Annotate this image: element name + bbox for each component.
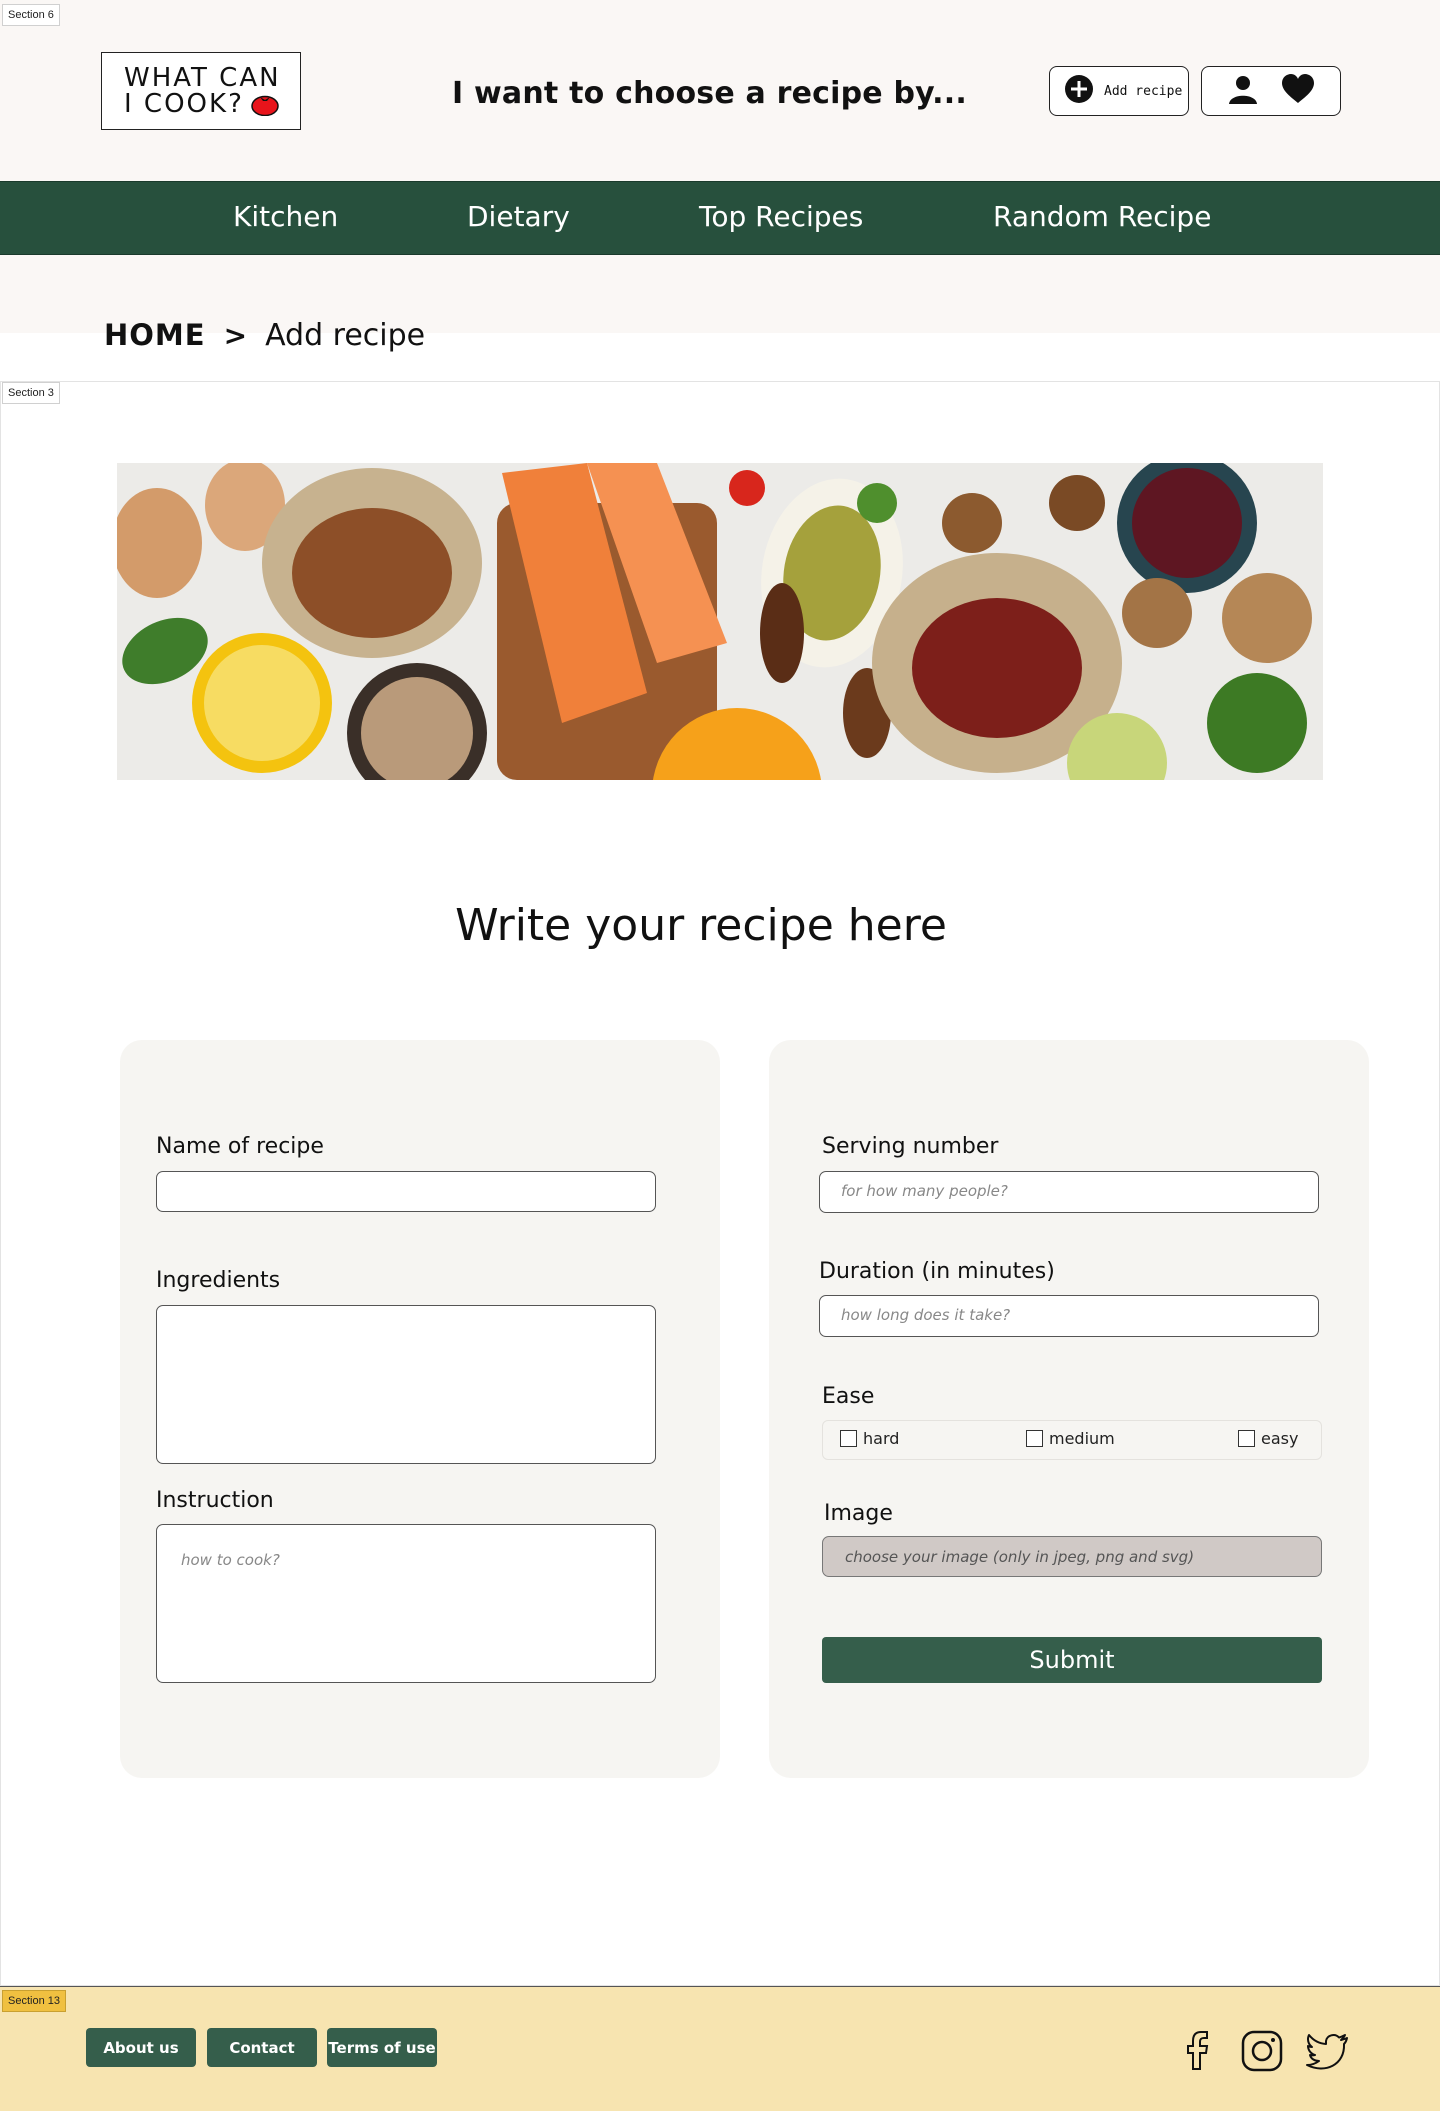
section-label-footer: Section 13: [2, 1990, 66, 2012]
facebook-icon[interactable]: [1176, 2029, 1220, 2073]
ingredients-label: Ingredients: [156, 1268, 281, 1293]
hard-checkbox[interactable]: [840, 1430, 857, 1447]
nav-item-dietary[interactable]: Dietary: [467, 200, 570, 233]
serving-placeholder: for how many people?: [841, 1182, 1008, 1200]
breadcrumb: HOME > Add recipe: [104, 318, 425, 353]
section-label-main: Section 3: [2, 382, 60, 404]
logo-text-line2: I COOK?: [124, 89, 244, 119]
easy-label: easy: [1261, 1429, 1299, 1448]
ease-option-medium[interactable]: medium: [1026, 1429, 1115, 1448]
name-label: Name of recipe: [156, 1134, 324, 1159]
duration-placeholder: how long does it take?: [841, 1306, 1011, 1324]
recipe-name-input[interactable]: [156, 1171, 656, 1212]
breadcrumb-separator: >: [223, 319, 248, 352]
contact-link[interactable]: Contact: [207, 2028, 317, 2067]
nav-item-kitchen[interactable]: Kitchen: [233, 200, 338, 233]
duration-label: Duration (in minutes): [819, 1259, 1055, 1284]
section-label-header: Section 6: [2, 4, 60, 26]
account-favorites-group: [1201, 66, 1341, 116]
about-us-link[interactable]: About us: [86, 2028, 196, 2067]
twitter-icon[interactable]: [1306, 2029, 1350, 2073]
instagram-icon[interactable]: [1240, 2029, 1284, 2073]
terms-of-use-link[interactable]: Terms of use: [327, 2028, 437, 2067]
footer: About us Contact Terms of use: [0, 1986, 1440, 2111]
image-upload-field[interactable]: choose your image (only in jpeg, png and…: [822, 1536, 1322, 1577]
logo-text-line1: WHAT CAN: [124, 63, 281, 93]
instruction-label: Instruction: [156, 1488, 274, 1513]
easy-checkbox[interactable]: [1238, 1430, 1255, 1447]
serving-label: Serving number: [822, 1134, 999, 1159]
nav-item-random-recipe[interactable]: Random Recipe: [993, 200, 1211, 233]
image-label: Image: [824, 1501, 893, 1526]
main-nav: Kitchen Dietary Top Recipes Random Recip…: [0, 181, 1440, 255]
ease-option-hard[interactable]: hard: [840, 1429, 899, 1448]
add-recipe-label: Add recipe: [1104, 83, 1183, 99]
plus-circle-icon: [1064, 74, 1094, 108]
hard-label: hard: [863, 1429, 900, 1448]
breadcrumb-home-link[interactable]: HOME: [104, 318, 206, 352]
duration-input[interactable]: how long does it take?: [819, 1295, 1319, 1337]
instruction-placeholder: how to cook?: [181, 1551, 280, 1569]
breadcrumb-current: Add recipe: [265, 318, 426, 353]
submit-button[interactable]: Submit: [822, 1637, 1322, 1683]
nav-item-top-recipes[interactable]: Top Recipes: [699, 200, 863, 233]
user-icon[interactable]: [1227, 73, 1259, 109]
tomato-icon: [250, 92, 280, 117]
site-logo[interactable]: WHAT CAN I COOK?: [101, 52, 301, 130]
add-recipe-button[interactable]: Add recipe: [1049, 66, 1189, 116]
ease-option-easy[interactable]: easy: [1238, 1429, 1298, 1448]
serving-number-input[interactable]: for how many people?: [819, 1171, 1319, 1213]
page-tagline: I want to choose a recipe by...: [452, 76, 967, 111]
header-band: [0, 0, 1440, 333]
image-placeholder: choose your image (only in jpeg, png and…: [845, 1548, 1195, 1566]
ease-label: Ease: [822, 1384, 875, 1409]
heart-icon[interactable]: [1281, 73, 1315, 109]
ease-options: hard medium easy: [822, 1420, 1322, 1460]
medium-label: medium: [1049, 1429, 1115, 1448]
ingredients-textarea[interactable]: [156, 1305, 656, 1464]
hero-food-image: [117, 463, 1323, 780]
form-title: Write your recipe here: [455, 900, 947, 951]
medium-checkbox[interactable]: [1026, 1430, 1043, 1447]
instruction-textarea[interactable]: how to cook?: [156, 1524, 656, 1683]
